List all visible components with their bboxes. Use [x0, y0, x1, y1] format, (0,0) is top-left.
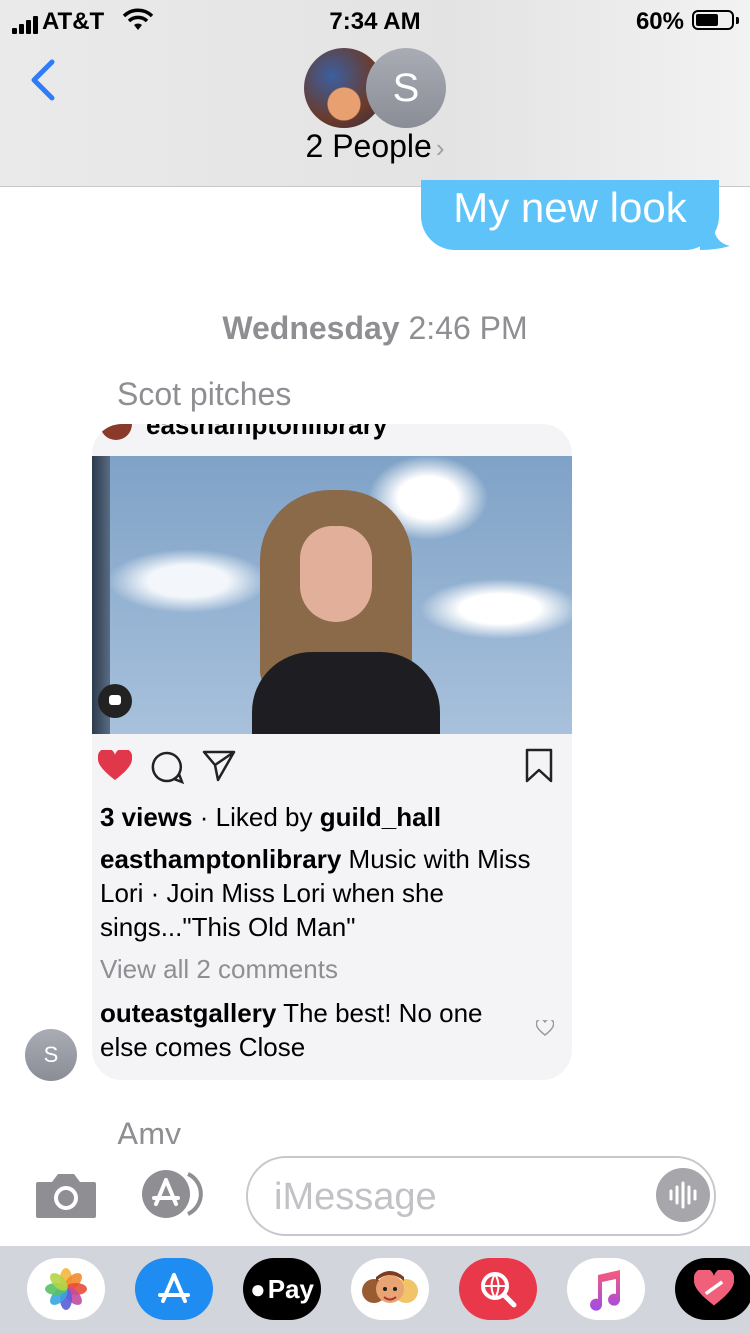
post-caption: easthamptonlibrary Music with Miss Lori …	[100, 842, 560, 944]
battery-percent: 60%	[635, 8, 684, 35]
battery-icon	[692, 10, 739, 30]
view-comments-link[interactable]: View all 2 comments	[100, 952, 560, 986]
instagram-link-preview[interactable]: easthamptonlibrary 3 views · Liked by gu…	[92, 424, 572, 1080]
liked-by-user[interactable]: guild_hall	[320, 802, 441, 832]
timestamp-divider: Wednesday 2:46 PM	[0, 310, 750, 347]
views-count: 3 views	[100, 802, 193, 832]
status-bar: AT&T 7:34 AM 60%	[0, 0, 750, 40]
heart-app-icon[interactable]	[675, 1258, 750, 1320]
message-input[interactable]	[272, 1172, 636, 1222]
conversation-title-text[interactable]: 2 People	[306, 128, 432, 164]
next-sender-name: Amy	[117, 1116, 181, 1146]
music-icon[interactable]	[567, 1258, 645, 1320]
comment-icon[interactable]	[150, 750, 184, 784]
image-person-shirt	[252, 652, 440, 734]
camera-icon[interactable]	[34, 1170, 98, 1220]
back-chevron-icon[interactable]	[24, 58, 68, 102]
apple-pay-label: Pay	[267, 1273, 314, 1304]
liked-by-prefix: · Liked by	[199, 802, 313, 832]
share-icon[interactable]	[202, 750, 236, 782]
heart-icon[interactable]	[98, 750, 132, 782]
photos-icon[interactable]	[27, 1258, 105, 1320]
sender-name: Scot pitches	[117, 376, 292, 412]
comment-user[interactable]: outeastgallery	[100, 998, 276, 1028]
account-avatar	[100, 424, 132, 440]
caption-user[interactable]: easthamptonlibrary	[100, 844, 341, 874]
group-avatar-initial[interactable]: S	[366, 48, 446, 128]
views-line: 3 views · Liked by guild_hall	[100, 800, 560, 834]
sender-avatar[interactable]: S	[25, 1029, 77, 1081]
chevron-right-icon: ›	[435, 133, 445, 163]
compose-bar	[0, 1144, 750, 1248]
account-handle: easthamptonlibrary	[146, 424, 388, 440]
audio-message-icon[interactable]	[656, 1168, 710, 1222]
conversation-title[interactable]: 2 People ›	[0, 128, 750, 165]
comment-like-icon[interactable]	[536, 1020, 554, 1036]
apple-pay-icon[interactable]: ● Pay	[243, 1258, 321, 1320]
post-actions	[92, 744, 572, 788]
app-store-icon[interactable]	[140, 1168, 212, 1220]
timestamp-time: 2:46 PM	[408, 310, 528, 346]
app-drawer: ● Pay	[0, 1246, 750, 1334]
comment-line: outeastgallery The best! No one else com…	[100, 996, 530, 1064]
igtv-icon	[98, 684, 132, 718]
message-field[interactable]	[246, 1156, 716, 1236]
app-store-drawer-icon[interactable]	[135, 1258, 213, 1320]
sent-message-bubble[interactable]: My new look	[421, 180, 719, 250]
web-search-icon[interactable]	[459, 1258, 537, 1320]
timestamp-day: Wednesday	[222, 310, 400, 346]
bubble-tail	[700, 226, 730, 250]
bookmark-icon[interactable]	[524, 748, 554, 784]
image-person-face	[300, 526, 372, 622]
post-image[interactable]	[92, 456, 572, 734]
memoji-icon[interactable]	[351, 1258, 429, 1320]
